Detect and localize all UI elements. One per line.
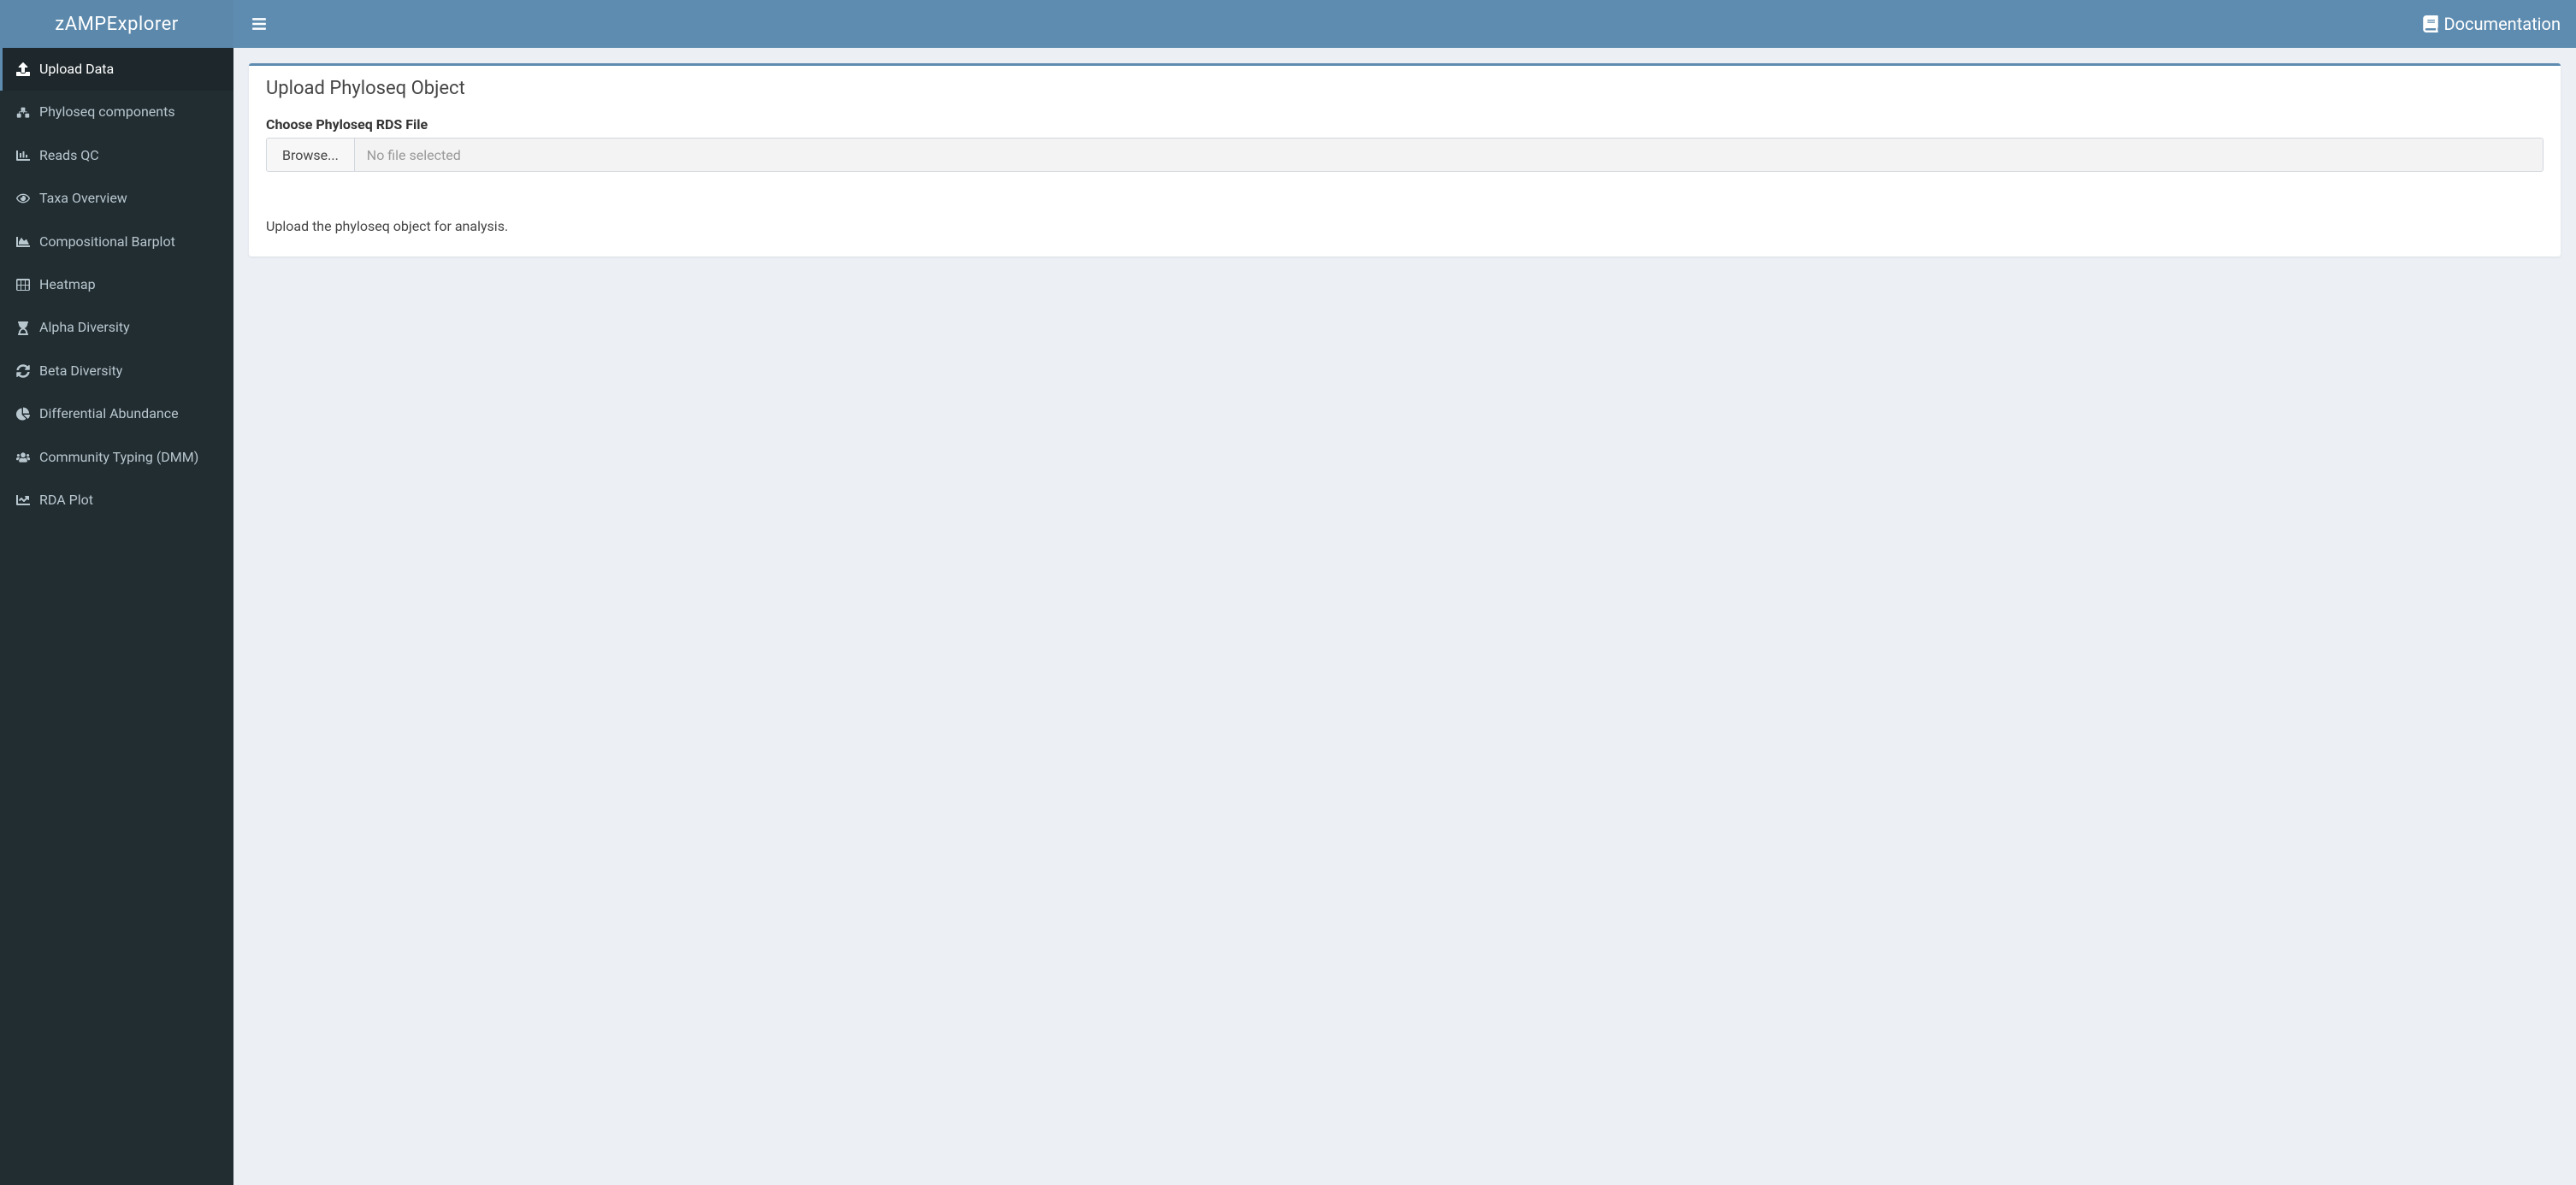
app-name-text: zAMPExplorer xyxy=(55,14,178,35)
sidebar-item-community-typing[interactable]: Community Typing (DMM) xyxy=(0,436,233,479)
bar-chart-icon xyxy=(15,149,31,162)
panel-title: Upload Phyloseq Object xyxy=(266,78,2544,99)
sidebar-item-label: Phyloseq components xyxy=(39,103,175,121)
sidebar-item-phyloseq-components[interactable]: Phyloseq components xyxy=(0,91,233,133)
shuffle-icon xyxy=(15,364,31,378)
line-chart-icon xyxy=(15,493,31,507)
documentation-label: Documentation xyxy=(2444,14,2561,34)
sidebar-toggle-button[interactable] xyxy=(249,14,269,34)
area-chart-icon xyxy=(15,235,31,249)
pie-chart-icon xyxy=(15,407,31,421)
sidebar-item-differential-abundance[interactable]: Differential Abundance xyxy=(0,392,233,435)
sidebar-item-label: Taxa Overview xyxy=(39,189,127,208)
sidebar-item-label: Community Typing (DMM) xyxy=(39,448,198,467)
help-text: Upload the phyloseq object for analysis. xyxy=(266,218,2544,234)
sidebar: Upload Data Phyloseq components Reads QC… xyxy=(0,48,233,1185)
content-area: Upload Phyloseq Object Choose Phyloseq R… xyxy=(233,48,2576,1185)
sidebar-item-beta-diversity[interactable]: Beta Diversity xyxy=(0,350,233,392)
sidebar-item-taxa-overview[interactable]: Taxa Overview xyxy=(0,177,233,220)
app-logo: zAMPExplorer xyxy=(0,0,233,48)
sidebar-item-heatmap[interactable]: Heatmap xyxy=(0,263,233,306)
sidebar-item-label: Upload Data xyxy=(39,60,114,79)
sidebar-item-compositional-barplot[interactable]: Compositional Barplot xyxy=(0,221,233,263)
hourglass-icon xyxy=(15,321,31,335)
sidebar-item-label: Reads QC xyxy=(39,146,99,165)
bars-icon xyxy=(251,16,267,32)
structure-icon xyxy=(15,106,31,120)
eye-icon xyxy=(15,192,31,205)
sidebar-item-label: Compositional Barplot xyxy=(39,233,175,251)
grid-icon xyxy=(15,278,31,292)
book-icon xyxy=(2422,15,2439,32)
users-icon xyxy=(15,451,31,464)
browse-button[interactable]: Browse... xyxy=(267,139,355,171)
upload-icon xyxy=(15,62,31,76)
sidebar-item-label: RDA Plot xyxy=(39,491,93,510)
file-input-label: Choose Phyloseq RDS File xyxy=(266,116,2544,133)
header-main: Documentation xyxy=(233,0,2576,48)
sidebar-item-label: Beta Diversity xyxy=(39,362,122,380)
sidebar-item-rda-plot[interactable]: RDA Plot xyxy=(0,479,233,522)
header: zAMPExplorer Documentation xyxy=(0,0,2576,48)
sidebar-item-label: Differential Abundance xyxy=(39,404,179,423)
sidebar-item-label: Alpha Diversity xyxy=(39,318,130,337)
sidebar-item-label: Heatmap xyxy=(39,275,96,294)
sidebar-item-upload-data[interactable]: Upload Data xyxy=(0,48,233,91)
file-input-row: Browse... No file selected xyxy=(266,138,2544,172)
upload-panel: Upload Phyloseq Object Choose Phyloseq R… xyxy=(249,63,2561,256)
sidebar-item-reads-qc[interactable]: Reads QC xyxy=(0,134,233,177)
documentation-link[interactable]: Documentation xyxy=(2422,14,2561,34)
file-status-text: No file selected xyxy=(355,139,2543,171)
sidebar-item-alpha-diversity[interactable]: Alpha Diversity xyxy=(0,306,233,349)
